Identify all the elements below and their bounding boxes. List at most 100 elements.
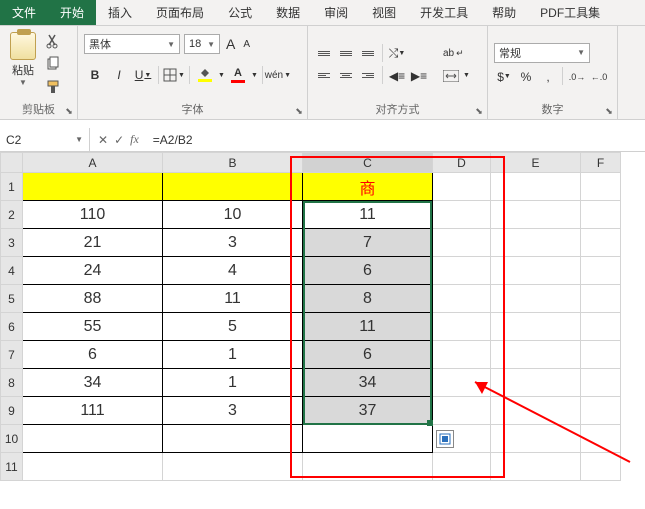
col-header-a[interactable]: A — [23, 153, 163, 173]
cell[interactable]: 88 — [23, 285, 163, 313]
grid-table[interactable]: A B C D E F 1 商 2 110 10 11 3 21 3 7 — [0, 152, 621, 481]
increase-indent-button[interactable]: ▶≡ — [409, 66, 429, 86]
cell[interactable] — [581, 173, 621, 201]
alignment-launcher[interactable]: ⬊ — [473, 105, 485, 117]
align-left-button[interactable] — [314, 66, 334, 86]
cell[interactable] — [433, 229, 491, 257]
cell[interactable]: 8 — [303, 285, 433, 313]
comma-format-button[interactable]: , — [538, 67, 558, 87]
cell[interactable] — [491, 229, 581, 257]
align-bottom-button[interactable] — [358, 44, 378, 64]
cell[interactable]: 11 — [163, 285, 303, 313]
tab-review[interactable]: 审阅 — [312, 0, 360, 25]
tab-home[interactable]: 开始 — [48, 0, 96, 25]
cell[interactable] — [491, 369, 581, 397]
align-right-button[interactable] — [358, 66, 378, 86]
cell[interactable]: 4 — [163, 257, 303, 285]
number-launcher[interactable]: ⬊ — [603, 105, 615, 117]
cell[interactable] — [581, 369, 621, 397]
cell[interactable]: 37 — [303, 397, 433, 425]
cell[interactable]: 34 — [23, 369, 163, 397]
cell[interactable] — [303, 453, 433, 481]
row-header[interactable]: 7 — [1, 341, 23, 369]
row-header[interactable]: 2 — [1, 201, 23, 229]
cell[interactable] — [581, 453, 621, 481]
enter-formula-button[interactable]: ✓ — [114, 133, 124, 147]
decrease-font-button[interactable]: A — [241, 39, 252, 50]
cancel-formula-button[interactable]: ✕ — [98, 133, 108, 147]
col-header-c[interactable]: C — [303, 153, 433, 173]
cell[interactable] — [163, 425, 303, 453]
cell[interactable] — [491, 313, 581, 341]
cell[interactable]: 34 — [303, 369, 433, 397]
cell[interactable] — [303, 425, 433, 453]
cell[interactable] — [581, 313, 621, 341]
col-header-d[interactable]: D — [433, 153, 491, 173]
cell[interactable]: 55 — [23, 313, 163, 341]
tab-data[interactable]: 数据 — [264, 0, 312, 25]
cell[interactable]: 11 — [303, 313, 433, 341]
bold-button[interactable]: B — [84, 64, 106, 86]
decrease-indent-button[interactable]: ◀≡ — [387, 66, 407, 86]
cell[interactable] — [581, 229, 621, 257]
cell[interactable] — [163, 173, 303, 201]
tab-file[interactable]: 文件 — [0, 0, 48, 25]
cell[interactable]: 1 — [163, 369, 303, 397]
cell[interactable] — [163, 453, 303, 481]
cell[interactable] — [433, 369, 491, 397]
cell[interactable]: 6 — [23, 341, 163, 369]
underline-button[interactable]: U▼ — [132, 64, 154, 86]
cell[interactable] — [491, 425, 581, 453]
increase-decimal-button[interactable]: .0→ — [567, 67, 587, 87]
cell[interactable]: 110 — [23, 201, 163, 229]
autofill-options-button[interactable] — [436, 430, 454, 448]
increase-font-button[interactable]: A — [224, 36, 237, 52]
cell[interactable] — [491, 173, 581, 201]
cell[interactable] — [433, 173, 491, 201]
cell[interactable]: 111 — [23, 397, 163, 425]
row-header[interactable]: 5 — [1, 285, 23, 313]
cell[interactable] — [491, 257, 581, 285]
cut-button[interactable] — [44, 32, 62, 53]
wrap-text-button[interactable]: ab↵ — [439, 44, 474, 64]
row-header[interactable]: 11 — [1, 453, 23, 481]
cell[interactable] — [433, 201, 491, 229]
fill-color-dropdown[interactable]: ▼ — [218, 72, 225, 79]
fill-color-button[interactable] — [194, 64, 216, 86]
cell[interactable] — [433, 397, 491, 425]
cell[interactable] — [491, 341, 581, 369]
cell[interactable]: 11 — [303, 201, 433, 229]
cell[interactable]: 3 — [163, 397, 303, 425]
row-header[interactable]: 9 — [1, 397, 23, 425]
cell[interactable] — [433, 341, 491, 369]
tab-formulas[interactable]: 公式 — [216, 0, 264, 25]
cell[interactable] — [433, 285, 491, 313]
align-center-button[interactable] — [336, 66, 356, 86]
tab-developer[interactable]: 开发工具 — [408, 0, 480, 25]
format-painter-button[interactable] — [44, 78, 62, 99]
cell[interactable] — [581, 285, 621, 313]
align-top-button[interactable] — [314, 44, 334, 64]
row-header[interactable]: 6 — [1, 313, 23, 341]
row-header[interactable]: 10 — [1, 425, 23, 453]
font-color-dropdown[interactable]: ▼ — [251, 72, 258, 79]
clipboard-launcher[interactable]: ⬊ — [63, 105, 75, 117]
cell[interactable] — [581, 397, 621, 425]
cell[interactable] — [433, 257, 491, 285]
cell[interactable]: 21 — [23, 229, 163, 257]
row-header[interactable]: 4 — [1, 257, 23, 285]
phonetic-button[interactable]: wén▼ — [267, 64, 289, 86]
copy-button[interactable] — [44, 55, 62, 76]
decrease-decimal-button[interactable]: ←.0 — [589, 67, 609, 87]
cell[interactable]: 6 — [303, 341, 433, 369]
col-header-b[interactable]: B — [163, 153, 303, 173]
cell[interactable]: 10 — [163, 201, 303, 229]
font-size-combo[interactable]: 18▼ — [184, 34, 220, 54]
cell[interactable] — [23, 173, 163, 201]
col-header-f[interactable]: F — [581, 153, 621, 173]
cell[interactable] — [581, 341, 621, 369]
percent-format-button[interactable]: % — [516, 67, 536, 87]
row-header[interactable]: 3 — [1, 229, 23, 257]
formula-input[interactable]: =A2/B2 — [147, 133, 645, 147]
cell[interactable] — [23, 425, 163, 453]
